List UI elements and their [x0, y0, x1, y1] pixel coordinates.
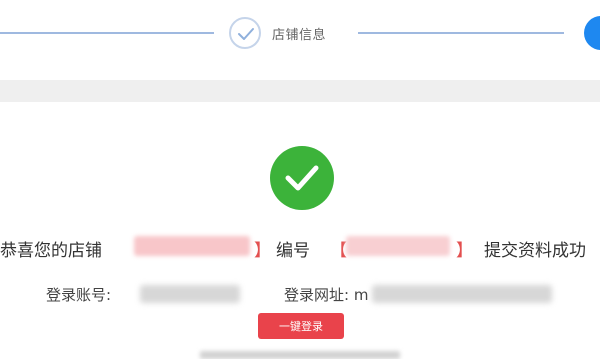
- success-message: 恭喜您的店铺 】 编号 【 】 提交资料成功: [0, 234, 600, 261]
- progress-stepper: 店铺信息: [0, 0, 600, 78]
- login-url-redacted: [372, 285, 552, 303]
- footnote-redacted: [200, 351, 400, 359]
- account-label: 登录账号:: [46, 286, 112, 304]
- bracket-close: 】: [456, 241, 473, 261]
- bracket-open: 【: [330, 241, 347, 261]
- number-label: 编号: [276, 241, 310, 261]
- bracket-close: 】: [254, 241, 271, 261]
- account-value-redacted: [140, 285, 240, 303]
- login-info-row: 登录账号: 登录网址: m: [0, 282, 600, 306]
- message-suffix: 提交资料成功: [484, 241, 586, 261]
- step-connector-left: [0, 32, 214, 34]
- check-circle-icon: [270, 146, 334, 210]
- step-current-indicator: [584, 16, 600, 50]
- one-click-login-button[interactable]: 一键登录: [258, 313, 344, 339]
- shop-number-redacted: [346, 236, 450, 256]
- login-url-label: 登录网址: m: [284, 286, 369, 304]
- step-connector-right: [358, 32, 564, 34]
- divider-band: [0, 80, 600, 102]
- message-prefix: 恭喜您的店铺: [0, 241, 102, 261]
- check-icon: [238, 28, 254, 40]
- page: 店铺信息 恭喜您的店铺 】 编号 【 】 提交资料成功 登录账号: 登录网址: …: [0, 0, 600, 359]
- step-completed-indicator: [229, 17, 261, 49]
- step-label-shop-info: 店铺信息: [272, 28, 327, 43]
- shop-name-redacted: [134, 236, 250, 256]
